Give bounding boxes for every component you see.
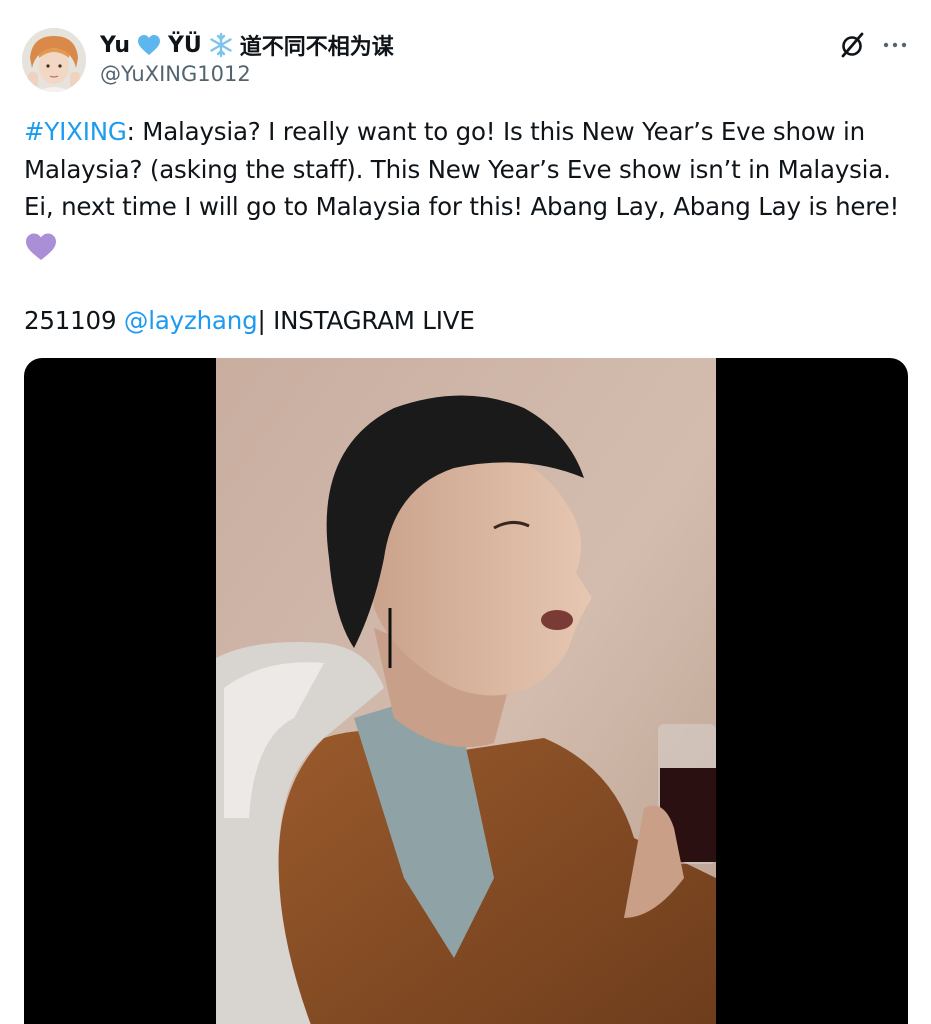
tweet-text-line-4	[24, 226, 914, 264]
video-frame	[216, 358, 716, 1024]
tweet-text-line-1: #YIXING: Malaysia? I really want to go! …	[24, 113, 914, 151]
tweet-text: #YIXING: Malaysia? I really want to go! …	[24, 113, 914, 263]
avatar[interactable]	[22, 28, 86, 92]
tweet-text-line-1-rest: : Malaysia? I really want to go! Is this…	[126, 117, 866, 146]
purple-heart-icon	[24, 231, 58, 263]
author-name[interactable]: Yu ŸÜ 道不同不相为谋	[100, 30, 394, 61]
meta-source: | INSTAGRAM LIVE	[257, 306, 475, 335]
snowflake-icon	[208, 32, 234, 58]
meta-date: 251109	[24, 306, 117, 335]
video-player[interactable]	[24, 358, 908, 1024]
tweet-text-line-3: Ei, next time I will go to Malaysia for …	[24, 192, 900, 221]
tweet-text-line-2: Malaysia? (asking the staff). This New Y…	[24, 154, 891, 184]
author-name-prefix: Yu	[100, 32, 130, 58]
grok-icon[interactable]	[838, 30, 868, 60]
hashtag-link[interactable]: #YIXING	[24, 117, 127, 146]
blue-heart-icon	[136, 32, 162, 58]
tweet-meta-line: 251109 @layzhang| INSTAGRAM LIVE	[24, 302, 475, 339]
author-handle[interactable]: @YuXING1012	[100, 62, 251, 86]
author-name-middle: ŸÜ	[168, 32, 202, 58]
author-name-suffix: 道不同不相为谋	[239, 35, 394, 60]
more-icon[interactable]	[880, 30, 910, 60]
mention-link[interactable]: @layzhang	[124, 306, 258, 335]
